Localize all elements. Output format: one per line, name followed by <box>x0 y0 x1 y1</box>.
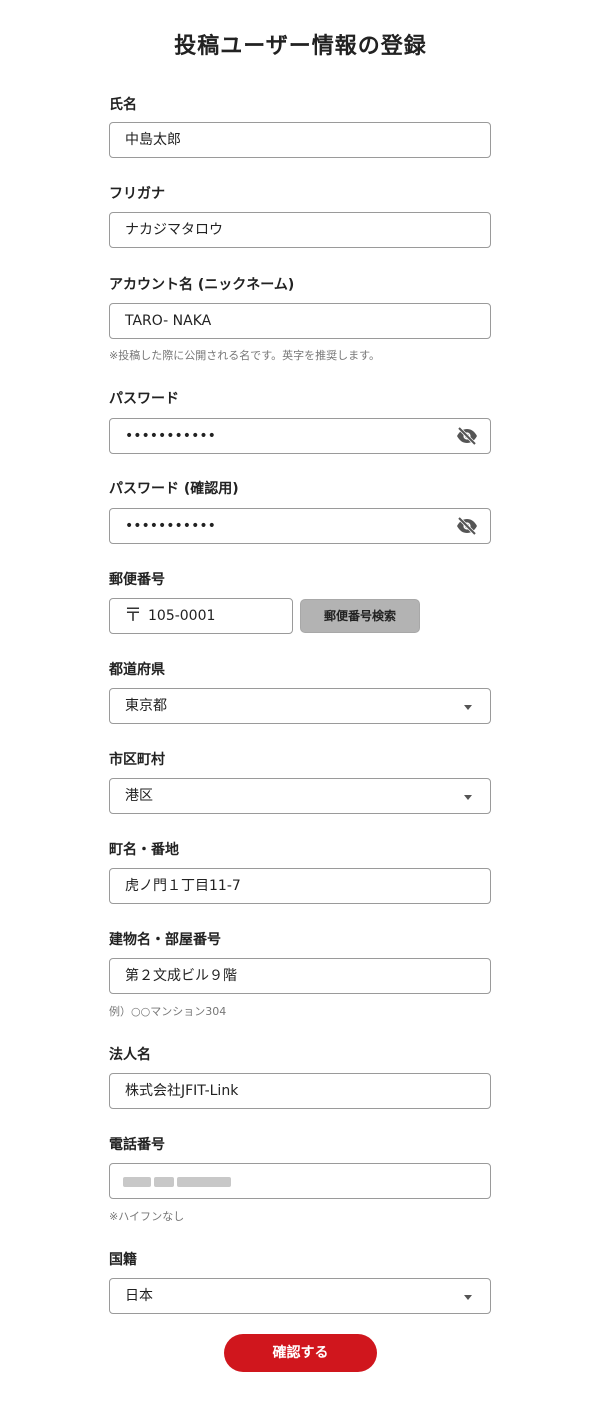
phone-input[interactable] <box>109 1163 491 1199</box>
nationality-value: 日本 <box>125 1288 153 1304</box>
prefecture-value: 東京都 <box>125 698 167 714</box>
city-select[interactable]: 港区 <box>109 778 491 814</box>
prefecture-label: 都道府県 <box>109 662 165 678</box>
eye-off-icon[interactable] <box>456 426 478 446</box>
furigana-input[interactable]: ナカジマタロウ <box>109 212 491 248</box>
postal-label: 郵便番号 <box>109 572 165 588</box>
page-title: 投稿ユーザー情報の登録 <box>174 34 427 59</box>
postal-mark-icon: 〒 <box>124 605 142 626</box>
building-value: 第２文成ビル９階 <box>125 968 237 984</box>
street-input[interactable]: 虎ノ門１丁目11-7 <box>109 868 491 904</box>
eye-off-icon[interactable] <box>456 516 478 536</box>
redacted-phone-value <box>123 1177 231 1187</box>
street-value: 虎ノ門１丁目11-7 <box>125 878 241 894</box>
password-value: ••••••••••• <box>125 428 216 444</box>
company-value: 株式会社JFIT-Link <box>125 1083 239 1099</box>
password-confirm-label: パスワード (確認用) <box>109 481 239 497</box>
nickname-label: アカウント名 (ニックネーム) <box>109 277 295 293</box>
city-label: 市区町村 <box>109 752 165 768</box>
city-value: 港区 <box>125 788 153 804</box>
nationality-select[interactable]: 日本 <box>109 1278 491 1314</box>
nationality-label: 国籍 <box>109 1252 137 1268</box>
nickname-value: TARO- NAKA <box>125 313 212 329</box>
building-label: 建物名・部屋番号 <box>109 932 221 948</box>
furigana-label: フリガナ <box>109 186 165 202</box>
furigana-value: ナカジマタロウ <box>125 222 223 238</box>
building-input[interactable]: 第２文成ビル９階 <box>109 958 491 994</box>
phone-help: ※ハイフンなし <box>109 1210 185 1223</box>
building-help: 例）○○マンション304 <box>109 1005 227 1018</box>
password-confirm-input[interactable]: ••••••••••• <box>109 508 491 544</box>
password-input[interactable]: ••••••••••• <box>109 418 491 454</box>
postal-value: 105-0001 <box>148 608 216 624</box>
name-input[interactable]: 中島太郎 <box>109 122 491 158</box>
company-input[interactable]: 株式会社JFIT-Link <box>109 1073 491 1109</box>
chevron-down-icon <box>464 1295 472 1300</box>
chevron-down-icon <box>464 795 472 800</box>
chevron-down-icon <box>464 705 472 710</box>
password-confirm-value: ••••••••••• <box>125 518 216 534</box>
prefecture-select[interactable]: 東京都 <box>109 688 491 724</box>
phone-label: 電話番号 <box>109 1137 165 1153</box>
postal-input[interactable]: 〒 105-0001 <box>109 598 293 634</box>
password-label: パスワード <box>109 391 179 407</box>
name-label: 氏名 <box>109 97 137 113</box>
nickname-help: ※投稿した際に公開される名です。英字を推奨します。 <box>109 349 381 362</box>
postal-search-button[interactable]: 郵便番号検索 <box>300 599 420 633</box>
nickname-input[interactable]: TARO- NAKA <box>109 303 491 339</box>
confirm-button[interactable]: 確認する <box>224 1334 377 1372</box>
company-label: 法人名 <box>109 1047 151 1063</box>
street-label: 町名・番地 <box>109 842 179 858</box>
name-value: 中島太郎 <box>125 132 181 148</box>
